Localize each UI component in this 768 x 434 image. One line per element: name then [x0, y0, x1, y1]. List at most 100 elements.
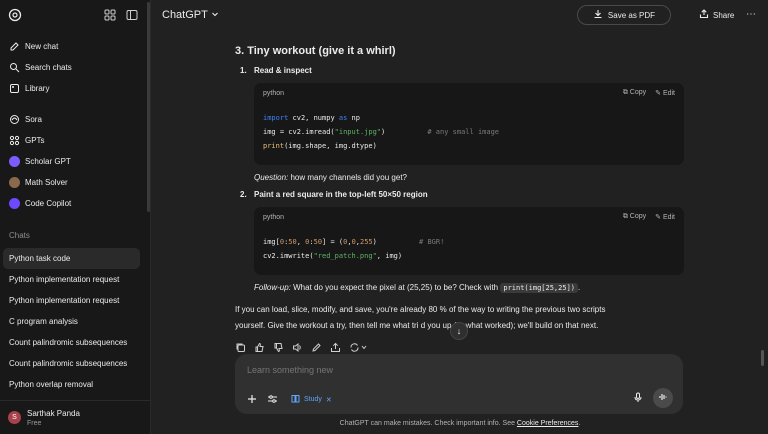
header: ChatGPT Save as PDF Share ⋯ [152, 0, 768, 32]
sidebar: New chat Search chats Library Sora GPTs … [0, 0, 151, 434]
followup-end: . [578, 283, 581, 292]
followup-label: Follow-up: [254, 283, 291, 292]
chat-item[interactable]: Python implementation request [3, 290, 140, 311]
sidebar-item-sora[interactable]: Sora [0, 109, 150, 130]
inline-code: print(img[25,25]) [500, 283, 579, 293]
copy-code-button[interactable]: ⧉ Copy [623, 213, 646, 221]
copy-icon: ⧉ [622, 213, 628, 220]
share-icon[interactable] [330, 342, 341, 353]
thumbs-down-icon[interactable] [273, 342, 284, 353]
download-icon [593, 9, 603, 21]
code-block-1: python ⧉ Copy ✎ Edit import cv2, numpy a… [254, 83, 684, 165]
edit-code-button[interactable]: ✎ Edit [655, 89, 675, 97]
plus-icon[interactable] [247, 394, 257, 406]
step-1: 1. Read & inspect [240, 66, 312, 75]
chevron-down-icon [211, 9, 219, 21]
question-body: how many channels did you get? [288, 173, 407, 182]
book-icon [291, 394, 300, 405]
search-icon [9, 62, 20, 73]
search-chats-label: Search chats [25, 63, 72, 72]
main-scrollbar[interactable] [761, 350, 764, 366]
chat-item[interactable]: Count palindromic subsequences [3, 332, 140, 353]
disclaimer-end: . [578, 420, 581, 427]
followup-body: What do you expect the pixel at (25,25) … [290, 283, 501, 292]
scholar-gpt-avatar [9, 156, 20, 167]
share-label: Share [713, 10, 735, 20]
code-copilot-avatar [9, 198, 20, 209]
openai-logo-icon[interactable] [8, 8, 22, 22]
close-icon[interactable]: ✕ [326, 396, 332, 404]
grid-icon [9, 135, 20, 146]
step-1-number: 1. [240, 66, 247, 75]
scholar-gpt-label: Scholar GPT [25, 157, 71, 166]
question-label: Question: [254, 173, 289, 182]
sidebar-nav: New chat Search chats Library [0, 36, 150, 99]
model-selector[interactable]: ChatGPT [162, 9, 219, 21]
copy-label: Copy [629, 213, 647, 220]
sidebar-scrollbar[interactable] [147, 2, 150, 212]
composer: Study ✕ [235, 354, 683, 414]
sidebar-top [8, 6, 142, 26]
thumbs-up-icon[interactable] [254, 342, 265, 353]
microphone-icon[interactable] [633, 392, 643, 405]
share-button[interactable]: Share [699, 9, 734, 21]
edit-code-button[interactable]: ✎ Edit [655, 213, 675, 221]
save-as-pdf-button[interactable]: Save as PDF [577, 5, 671, 25]
voice-mode-button[interactable] [653, 388, 673, 408]
sidebar-item-code-copilot[interactable]: Code Copilot [0, 193, 150, 214]
more-options-icon[interactable]: ⋯ [746, 9, 756, 20]
new-chat-label: New chat [25, 42, 59, 51]
chat-item[interactable]: C program analysis [3, 311, 140, 332]
edit-label: Edit [662, 214, 675, 221]
chat-item[interactable]: Python overlap removal [3, 374, 140, 395]
code-copilot-label: Code Copilot [25, 199, 72, 208]
speaker-icon[interactable] [292, 342, 303, 353]
edit-icon: ✎ [655, 214, 661, 221]
tools-icon[interactable] [267, 394, 278, 406]
step-1-title: Read & inspect [254, 66, 312, 75]
copy-icon[interactable] [235, 342, 246, 353]
chat-item[interactable]: Python implementation request [3, 269, 140, 290]
user-profile[interactable]: S Sarthak Panda Free [0, 400, 150, 434]
step-2: 2. Paint a red square in the top-left 50×… [240, 190, 428, 199]
cookie-preferences-link[interactable]: Cookie Preferences [517, 420, 578, 427]
copy-code-button[interactable]: ⧉ Copy [623, 89, 646, 97]
library-button[interactable]: Library [0, 78, 150, 99]
toggle-sidebar-icon[interactable] [126, 9, 138, 21]
arrow-down-icon: ↓ [456, 326, 462, 336]
share-icon [699, 9, 709, 21]
code-content: import cv2, numpy as np img = cv2.imread… [263, 114, 500, 150]
regenerate-icon[interactable] [349, 342, 369, 353]
apps-icon[interactable] [104, 9, 116, 21]
step-2-number: 2. [240, 190, 247, 199]
edit-canvas-icon[interactable] [311, 342, 322, 353]
sidebar-item-math-solver[interactable]: Math Solver [0, 172, 150, 193]
chat-item[interactable]: Count palindromic subsequences [3, 353, 140, 374]
prompt-input[interactable] [247, 365, 647, 375]
library-icon [9, 83, 20, 94]
edit-icon: ✎ [655, 90, 661, 97]
user-plan: Free [27, 419, 42, 427]
copy-icon: ⧉ [622, 89, 628, 96]
new-chat-icon [9, 41, 20, 52]
chat-history: Python task code Python implementation r… [3, 248, 140, 395]
sora-icon [9, 114, 20, 125]
save-as-pdf-label: Save as PDF [607, 10, 656, 20]
section-heading: 3. Tiny workout (give it a whirl) [235, 45, 396, 57]
study-label: Study [304, 396, 322, 403]
sidebar-item-gpts[interactable]: GPTs [0, 130, 150, 151]
sidebar-item-scholar-gpt[interactable]: Scholar GPT [0, 151, 150, 172]
message-actions [235, 342, 369, 353]
user-name: Sarthak Panda [27, 408, 80, 418]
chat-item[interactable]: Python task code [3, 248, 140, 269]
edit-label: Edit [662, 90, 675, 97]
gpts-list: Sora GPTs Scholar GPT Math Solver Code C… [0, 109, 150, 214]
question-text: Question: how many channels did you get? [254, 170, 407, 186]
search-chats-button[interactable]: Search chats [0, 57, 150, 78]
math-solver-avatar [9, 177, 20, 188]
closing-line-1: If you can load, slice, modify, and save… [235, 305, 606, 314]
code-block-2: python ⧉ Copy ✎ Edit img[0:50, 0:50] = (… [254, 207, 684, 275]
scroll-down-button[interactable]: ↓ [450, 322, 468, 340]
study-mode-pill[interactable]: Study ✕ [288, 392, 335, 407]
new-chat-button[interactable]: New chat [0, 36, 150, 57]
